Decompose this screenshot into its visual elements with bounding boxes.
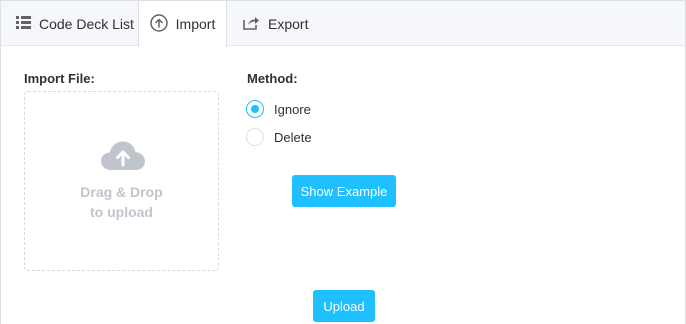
cloud-upload-icon (101, 141, 145, 176)
upload-button[interactable]: Upload (313, 290, 375, 322)
radio-indicator[interactable] (246, 100, 264, 118)
dropzone-subtext: to upload (90, 204, 153, 220)
tab-export[interactable]: Export (243, 1, 308, 46)
radio-indicator[interactable] (246, 128, 264, 146)
share-icon (243, 15, 260, 33)
method-radio-ignore[interactable]: Ignore (246, 100, 311, 118)
import-panel: Code Deck List Import Export Import File… (0, 0, 686, 324)
method-label: Method: (247, 71, 298, 86)
tab-label: Code Deck List (39, 15, 134, 32)
tab-code-deck-list[interactable]: Code Deck List (16, 1, 134, 46)
import-file-label: Import File: (24, 71, 95, 86)
upload-circle-icon (149, 13, 168, 35)
show-example-button[interactable]: Show Example (292, 175, 396, 207)
tab-label: Import (175, 16, 216, 32)
tab-import[interactable]: Import (138, 1, 227, 47)
list-icon (16, 15, 31, 32)
tab-bar: Code Deck List Import Export (1, 1, 685, 47)
file-dropzone[interactable]: Drag & Drop to upload (24, 91, 219, 271)
radio-label: Delete (274, 129, 312, 145)
radio-label: Ignore (274, 101, 311, 117)
method-radio-delete[interactable]: Delete (246, 128, 312, 146)
dropzone-text: Drag & Drop (80, 184, 163, 200)
tab-label: Export (268, 15, 309, 32)
